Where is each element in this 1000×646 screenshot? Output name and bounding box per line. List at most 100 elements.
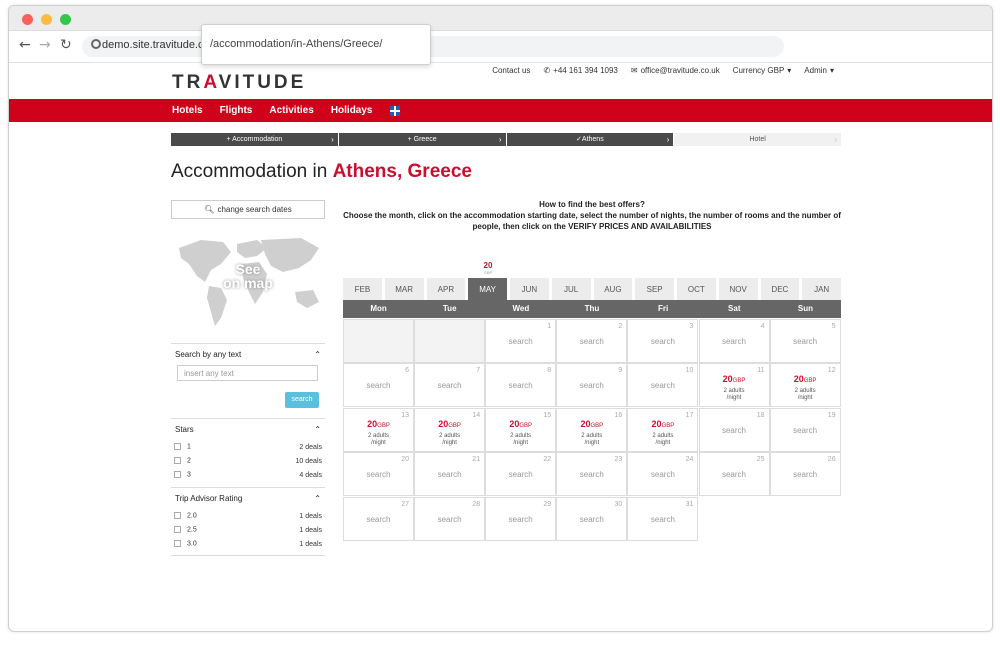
calendar-day[interactable]: 2 search <box>556 319 628 363</box>
checkbox[interactable] <box>174 512 181 520</box>
rating-header[interactable]: Trip Advisor Rating ⌃ <box>171 488 325 509</box>
calendar-day[interactable]: 15 20GBP 2 adults/night <box>485 407 557 452</box>
calendar-day[interactable]: 19 search <box>769 407 841 452</box>
day-search-link[interactable]: search <box>628 470 697 479</box>
calendar-day[interactable]: 10 search <box>627 363 699 408</box>
calendar-day[interactable]: 12 20GBP 2 adults/night <box>769 363 841 408</box>
checkbox[interactable] <box>174 471 181 479</box>
day-search-link[interactable]: search <box>700 337 769 346</box>
text-search-header[interactable]: Search by any text ⌃ <box>171 344 325 365</box>
nav-holidays[interactable]: Holidays <box>331 105 373 116</box>
travitude-logo[interactable]: TRAVITUDE <box>172 72 306 94</box>
month-tab-jan[interactable]: JAN <box>802 278 841 300</box>
rating-option[interactable]: 3.0 1 deals <box>171 537 325 551</box>
calendar-day[interactable]: 9 search <box>556 363 628 408</box>
calendar-day[interactable]: 7 search <box>414 363 486 408</box>
checkbox[interactable] <box>174 457 181 465</box>
day-search-link[interactable]: search <box>628 381 697 390</box>
greece-flag-icon[interactable] <box>389 105 400 116</box>
day-search-link[interactable]: search <box>415 381 484 390</box>
calendar-day[interactable]: 20 search <box>343 452 414 497</box>
search-text-input[interactable]: insert any text <box>177 365 318 381</box>
calendar-day[interactable]: 16 20GBP 2 adults/night <box>556 407 628 452</box>
stars-option[interactable]: 2 10 deals <box>171 454 325 468</box>
month-tab-feb[interactable]: FEB <box>343 278 382 300</box>
calendar-day[interactable]: 27 search <box>343 496 414 541</box>
site-info-icon[interactable] <box>91 39 101 49</box>
breadcrumb-greece[interactable]: + Greece › <box>338 133 506 146</box>
calendar-day[interactable]: 6 search <box>343 363 414 408</box>
url-suggestion-text[interactable]: /accommodation/in-Athens/Greece/ <box>210 38 382 50</box>
day-search-link[interactable]: search <box>486 381 555 390</box>
day-search-link[interactable]: search <box>486 337 555 346</box>
breadcrumb-athens[interactable]: ✓Athens › <box>506 133 674 146</box>
calendar-day[interactable]: 28 search <box>414 496 486 541</box>
calendar-day[interactable]: 3 search <box>627 319 699 363</box>
day-search-link[interactable]: search <box>557 470 626 479</box>
url-suggestion-popup[interactable]: /accommodation/in-Athens/Greece/ <box>201 24 431 65</box>
nav-activities[interactable]: Activities <box>269 105 313 116</box>
close-window-button[interactable] <box>22 14 33 25</box>
forward-arrow-icon[interactable]: → <box>39 37 51 53</box>
nav-flights[interactable]: Flights <box>220 105 253 116</box>
day-search-link[interactable]: search <box>628 337 697 346</box>
month-tab-nov[interactable]: NOV <box>718 278 758 300</box>
stars-header[interactable]: Stars ⌃ <box>171 419 325 440</box>
day-search-link[interactable]: search <box>415 470 484 479</box>
day-search-link[interactable]: search <box>700 470 769 479</box>
currency-dropdown[interactable]: Currency GBP ▾ <box>733 66 792 75</box>
day-search-link[interactable]: search <box>344 381 413 390</box>
calendar-day[interactable]: 22 search <box>485 452 557 497</box>
month-tab-dec[interactable]: DEC <box>760 278 800 300</box>
stars-option[interactable]: 1 2 deals <box>171 440 325 454</box>
calendar-day[interactable]: 31 search <box>627 496 699 541</box>
month-tab-aug[interactable]: AUG <box>593 278 633 300</box>
month-tab-jul[interactable]: JUL <box>551 278 591 300</box>
day-search-link[interactable]: search <box>415 515 484 524</box>
day-search-link[interactable]: search <box>628 515 697 524</box>
day-search-link[interactable]: search <box>486 515 555 524</box>
phone-link[interactable]: ✆ +44 161 394 1093 <box>543 66 617 75</box>
day-search-link[interactable]: search <box>700 426 769 435</box>
month-tab-sep[interactable]: SEP <box>635 278 674 300</box>
day-search-link[interactable]: search <box>771 337 840 346</box>
month-tab-apr[interactable]: APR <box>426 278 466 300</box>
calendar-day[interactable]: 24 search <box>627 452 699 497</box>
breadcrumb-hotel[interactable]: Hotel › <box>674 133 841 146</box>
contact-link[interactable]: Contact us <box>492 66 530 75</box>
stars-option[interactable]: 3 4 deals <box>171 468 325 482</box>
calendar-day[interactable]: 21 search <box>414 452 486 497</box>
calendar-day[interactable]: 29 search <box>485 496 557 541</box>
calendar-day[interactable]: 18 search <box>698 407 770 452</box>
checkbox[interactable] <box>174 526 181 534</box>
day-search-link[interactable]: search <box>344 470 413 479</box>
calendar-day[interactable]: 8 search <box>485 363 557 408</box>
month-tab-oct[interactable]: OCT <box>677 278 716 300</box>
calendar-day[interactable]: 1 search <box>485 319 557 363</box>
rating-option[interactable]: 2.5 1 deals <box>171 523 325 537</box>
day-search-link[interactable]: search <box>557 337 626 346</box>
day-search-link[interactable]: search <box>486 470 555 479</box>
calendar-day[interactable]: 11 20GBP 2 adults/night <box>698 363 770 408</box>
reload-icon[interactable]: ↻ <box>60 37 72 53</box>
back-arrow-icon[interactable]: ← <box>19 37 31 53</box>
search-button[interactable]: search <box>285 392 319 408</box>
day-search-link[interactable]: search <box>557 515 626 524</box>
admin-dropdown[interactable]: Admin ▾ <box>804 66 834 75</box>
month-tab-jun[interactable]: JUN <box>510 278 549 300</box>
calendar-day[interactable]: 4 search <box>698 319 770 363</box>
breadcrumb-accommodation[interactable]: + Accommodation › <box>171 133 338 146</box>
calendar-day[interactable]: 23 search <box>556 452 628 497</box>
calendar-day[interactable]: 14 20GBP 2 adults/night <box>414 407 486 452</box>
calendar-day[interactable]: 30 search <box>556 496 628 541</box>
calendar-day[interactable]: 26 search <box>769 452 841 497</box>
calendar-day[interactable]: 5 search <box>769 319 841 363</box>
change-search-dates-button[interactable]: 🔍︎ change search dates <box>171 200 325 219</box>
calendar-day[interactable]: 25 search <box>698 452 770 497</box>
minimize-window-button[interactable] <box>41 14 52 25</box>
nav-hotels[interactable]: Hotels <box>172 105 203 116</box>
checkbox[interactable] <box>174 540 181 548</box>
month-tab-may[interactable]: MAY <box>468 278 507 300</box>
month-tab-mar[interactable]: MAR <box>384 278 424 300</box>
day-search-link[interactable]: search <box>771 426 840 435</box>
